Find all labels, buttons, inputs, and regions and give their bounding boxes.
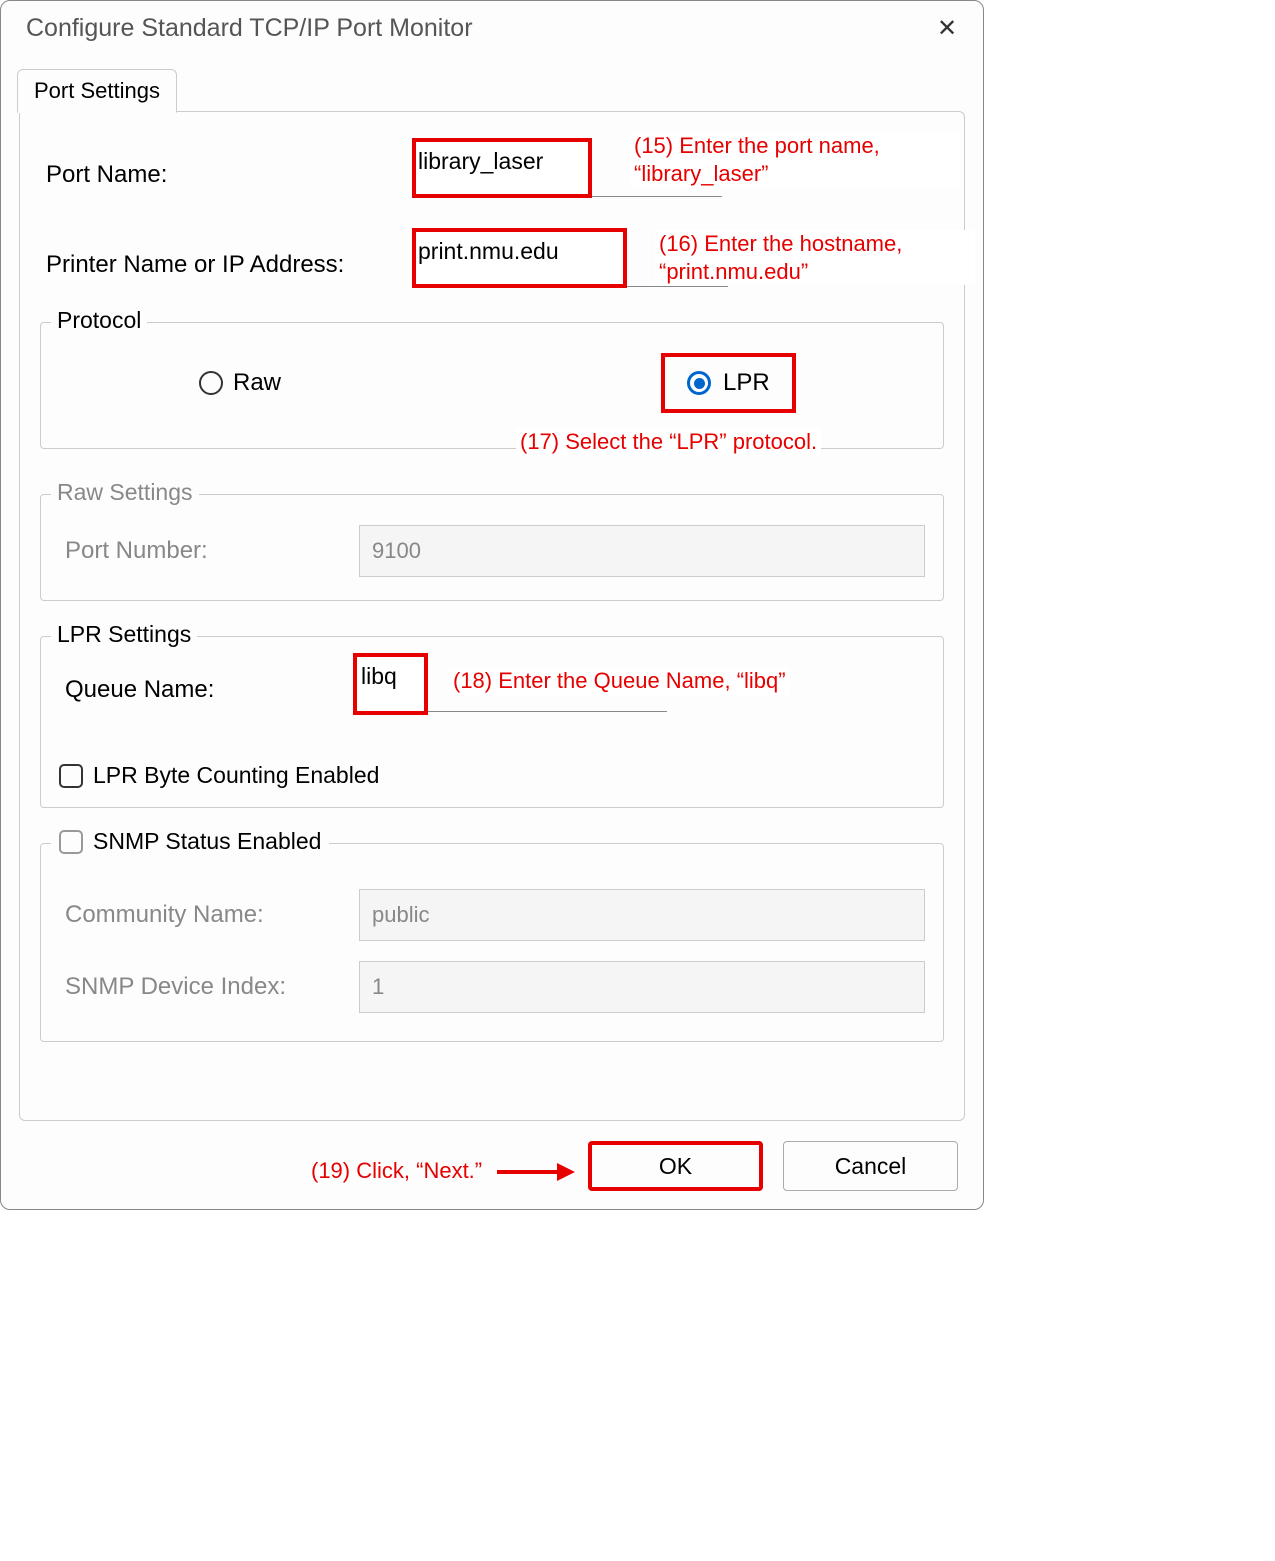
tab-port-settings[interactable]: Port Settings <box>17 69 177 113</box>
legend-snmp: SNMP Status Enabled <box>93 828 321 855</box>
cancel-button[interactable]: Cancel <box>783 1141 958 1191</box>
label-lpr-byte-counting: LPR Byte Counting Enabled <box>93 762 379 789</box>
legend-lpr-settings: LPR Settings <box>51 621 197 648</box>
tab-panel: Port Name: library_laser (15) Enter the … <box>19 111 965 1121</box>
input-community-name <box>359 889 925 941</box>
tab-container: Port Settings Port Name: library_laser (… <box>19 111 965 1121</box>
checkbox-snmp-enabled[interactable] <box>59 830 83 854</box>
annotation-19-container: (19) Click, “Next.” <box>311 1158 575 1184</box>
annotation-15: (15) Enter the port name, “library_laser… <box>630 132 960 187</box>
label-device-index: SNMP Device Index: <box>59 973 359 1001</box>
fieldset-lpr-settings: LPR Settings Queue Name: libq (18) Enter… <box>40 636 944 808</box>
label-printer-address: Printer Name or IP Address: <box>40 251 420 279</box>
checkbox-lpr-byte-counting[interactable] <box>59 764 83 788</box>
legend-raw-settings: Raw Settings <box>51 479 199 506</box>
input-port-name-text: library_laser <box>418 148 543 175</box>
dialog-window: Configure Standard TCP/IP Port Monitor ✕… <box>0 0 984 1210</box>
radio-lpr-indicator <box>687 371 711 395</box>
input-port-number <box>359 525 925 577</box>
row-community-name: Community Name: <box>59 889 925 941</box>
radio-raw[interactable]: Raw <box>199 369 281 397</box>
row-device-index: SNMP Device Index: <box>59 961 925 1013</box>
titlebar: Configure Standard TCP/IP Port Monitor ✕ <box>1 1 983 56</box>
annotation-17: (17) Select the “LPR” protocol. <box>516 428 821 456</box>
row-queue-name: Queue Name: libq (18) Enter the Queue Na… <box>59 667 925 712</box>
annotation-16: (16) Enter the hostname, “print.nmu.edu” <box>655 230 975 285</box>
label-port-number: Port Number: <box>59 537 359 565</box>
row-lpr-byte-counting[interactable]: LPR Byte Counting Enabled <box>59 762 925 789</box>
radio-lpr-label: LPR <box>723 369 770 397</box>
row-printer-address: Printer Name or IP Address: print.nmu.ed… <box>40 242 944 287</box>
fieldset-raw-settings: Raw Settings Port Number: <box>40 494 944 601</box>
annotation-18: (18) Enter the Queue Name, “libq” <box>449 667 790 695</box>
input-printer-address-text: print.nmu.edu <box>418 238 559 265</box>
label-queue-name: Queue Name: <box>59 676 359 704</box>
input-device-index <box>359 961 925 1013</box>
legend-protocol: Protocol <box>51 307 147 334</box>
radio-row-protocol: Raw LPR <box>59 343 925 423</box>
row-port-name: Port Name: library_laser (15) Enter the … <box>40 152 944 197</box>
label-port-name: Port Name: <box>40 161 420 189</box>
annotation-19: (19) Click, “Next.” <box>311 1158 482 1184</box>
fieldset-snmp: SNMP Status Enabled Community Name: SNMP… <box>40 843 944 1042</box>
button-row: OK Cancel <box>588 1141 958 1191</box>
radio-lpr[interactable]: LPR <box>661 353 796 413</box>
radio-raw-label: Raw <box>233 369 281 397</box>
close-icon[interactable]: ✕ <box>931 14 963 43</box>
arrow-icon <box>497 1158 575 1184</box>
legend-snmp-row[interactable]: SNMP Status Enabled <box>51 828 329 855</box>
row-port-number: Port Number: <box>59 525 925 577</box>
label-community-name: Community Name: <box>59 901 359 929</box>
radio-raw-indicator <box>199 371 223 395</box>
dialog-title: Configure Standard TCP/IP Port Monitor <box>26 14 473 43</box>
ok-button[interactable]: OK <box>588 1141 763 1191</box>
input-queue-name-text: libq <box>361 663 397 690</box>
fieldset-protocol: Protocol Raw LPR (17) Select the “LPR” p… <box>40 322 944 449</box>
